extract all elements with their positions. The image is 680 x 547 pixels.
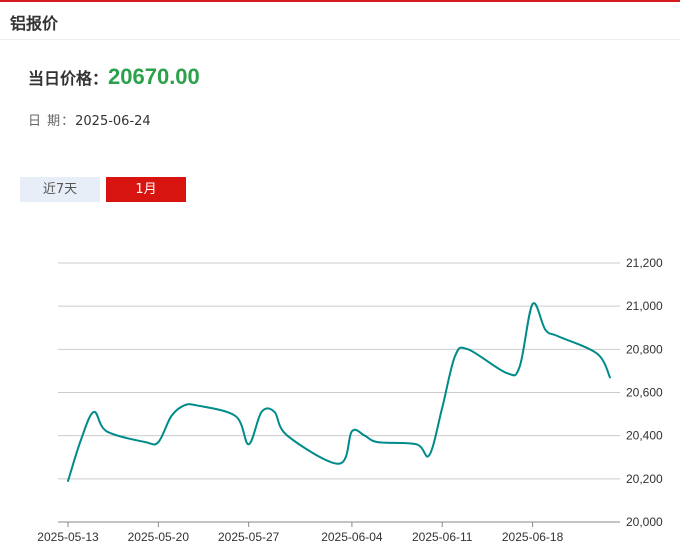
current-price: 当日价格：20670.00 (28, 64, 200, 90)
price-date-value: 2025-06-24 (75, 114, 151, 129)
y-tick-label: 21,000 (626, 299, 663, 313)
x-tick-label: 2025-05-27 (218, 530, 280, 544)
current-price-value: 20670.00 (108, 64, 200, 89)
x-tick-label: 2025-05-20 (128, 530, 190, 544)
y-tick-label: 21,200 (626, 256, 663, 270)
price-line-chart: 20,000 20,200 20,400 20,600 20,800 21,000 21,2… (37, 256, 663, 544)
price-date-label: 日 期： (28, 114, 76, 129)
current-price-label: 当日价格： (28, 69, 109, 88)
y-tick-label: 20,400 (626, 429, 663, 443)
x-tick-label: 2025-06-04 (321, 530, 383, 544)
y-tick-label: 20,800 (626, 342, 663, 356)
x-tick-label: 2025-06-18 (502, 530, 564, 544)
tab-1-month[interactable]: 1月 (106, 177, 186, 202)
y-tick-label: 20,000 (626, 515, 663, 529)
tab-7-days[interactable]: 近7天 (20, 177, 100, 202)
y-tick-label: 20,600 (626, 386, 663, 400)
page-title: 铝报价 (10, 14, 59, 33)
page-header: 铝报价 (0, 2, 680, 40)
price-date: 日 期：2025-06-24 (28, 110, 151, 129)
x-tick-label: 2025-05-13 (37, 530, 99, 544)
y-tick-label: 20,200 (626, 472, 663, 486)
x-tick-label: 2025-06-11 (412, 530, 473, 544)
